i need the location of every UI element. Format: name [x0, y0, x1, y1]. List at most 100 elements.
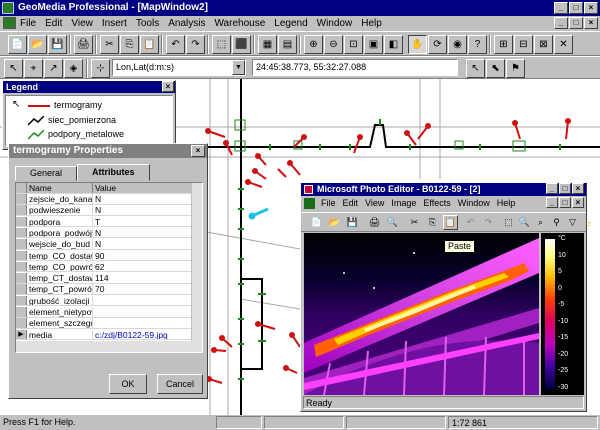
mdi-minimize-button[interactable]: _	[554, 17, 568, 29]
pe-doc-close-button[interactable]: ×	[572, 197, 584, 208]
menu-window[interactable]: Window	[317, 18, 353, 29]
attributes-grid[interactable]: Name Value zejscie_do_kanału Npodwieszeni…	[15, 182, 203, 353]
attribute-row[interactable]: ▶ media c:/zdj/B0122-59.jpg	[16, 329, 192, 341]
snap-icon[interactable]: ↖	[4, 59, 23, 78]
menu-insert[interactable]: Insert	[102, 18, 127, 29]
cursor-icon[interactable]: ↖	[466, 59, 485, 78]
place-point-icon[interactable]: ◈	[64, 59, 83, 78]
pe-cut-icon[interactable]: ✂	[407, 215, 422, 230]
fit-all-icon[interactable]: ⊡	[344, 35, 363, 54]
zoom-out-icon[interactable]: ⊖	[324, 35, 343, 54]
chevron-down-icon[interactable]: ▼	[232, 60, 245, 75]
attribute-row[interactable]: temp_CO_powrót 62	[16, 261, 192, 273]
attribute-row[interactable]: temp_CT_powrót 70	[16, 284, 192, 295]
menu-view[interactable]: View	[71, 18, 93, 29]
attribute-row[interactable]: grubość_izolacji	[16, 295, 192, 307]
paste-icon[interactable]: 📋	[140, 35, 159, 54]
insert-feature-icon[interactable]: ⊞	[494, 35, 513, 54]
pe-menu-effects[interactable]: Effects	[423, 197, 450, 210]
pe-menu-window[interactable]: Window	[458, 197, 490, 210]
attribute-row[interactable]: temp_CT_dostawa114	[16, 273, 192, 284]
context-help-icon[interactable]: ?	[468, 35, 487, 54]
pe-zoom-icon[interactable]: 🔍	[517, 215, 532, 230]
save-geoworkspace-icon[interactable]: 💾	[48, 35, 67, 54]
attribute-value[interactable]	[93, 318, 192, 328]
grid-vertical-scrollbar[interactable]	[191, 183, 202, 352]
attribute-value[interactable]: 70	[93, 284, 192, 294]
pe-eyedropper-icon[interactable]: ⌕	[533, 215, 548, 230]
row-selector[interactable]	[16, 205, 27, 215]
attribute-value[interactable]	[93, 307, 192, 317]
attribute-row[interactable]: podwieszenie N	[16, 205, 192, 216]
pe-menu-edit[interactable]: Edit	[343, 197, 359, 210]
coord-system-select[interactable]: Lon,Lat(d:m:s) ▼	[112, 59, 246, 76]
pe-copy-icon[interactable]: ⎘	[425, 215, 440, 230]
pe-maximize-button[interactable]: □	[559, 183, 571, 194]
delete-geometry-icon[interactable]: ✕	[554, 35, 573, 54]
pe-triangle-icon[interactable]: ▽	[565, 215, 580, 230]
map-window-icon[interactable]	[3, 17, 16, 29]
pan-icon[interactable]: ✋	[408, 35, 427, 54]
row-selector[interactable]	[16, 318, 27, 328]
pe-sun-icon[interactable]: ☼	[581, 215, 596, 230]
pe-menu-file[interactable]: File	[321, 197, 336, 210]
menu-analysis[interactable]: Analysis	[168, 18, 205, 29]
menu-warehouse[interactable]: Warehouse	[214, 18, 265, 29]
close-button[interactable]: ×	[584, 2, 598, 14]
legend-item-termogramy[interactable]: termogramy	[28, 100, 102, 111]
pe-minimize-button[interactable]: _	[546, 183, 558, 194]
legend-item-podpory[interactable]: podpory_metalowe	[28, 129, 124, 140]
pe-redo-icon[interactable]: ↷	[481, 215, 496, 230]
maximize-button[interactable]: □	[569, 2, 583, 14]
attribute-row[interactable]: element_szczególny	[16, 318, 192, 329]
attribute-value[interactable]: N	[93, 239, 192, 248]
attribute-row[interactable]: zejscie_do_kanału N	[16, 194, 192, 205]
column-name-header[interactable]: Name	[27, 183, 93, 193]
select-filter-icon[interactable]: ▤	[278, 35, 297, 54]
redo-icon[interactable]: ↷	[186, 35, 205, 54]
pe-menu-view[interactable]: View	[365, 197, 384, 210]
zoom-previous-icon[interactable]: ◧	[384, 35, 403, 54]
attribute-value[interactable]: T	[93, 217, 192, 226]
row-selector[interactable]	[16, 307, 27, 317]
mdi-close-button[interactable]: ×	[584, 17, 598, 29]
pe-preview-icon[interactable]: 🔍	[385, 215, 400, 230]
row-selector[interactable]	[16, 261, 27, 272]
continue-geometry-icon[interactable]: ⊠	[534, 35, 553, 54]
cancel-button[interactable]: Cancel	[157, 374, 203, 394]
ok-button[interactable]: OK	[109, 374, 147, 394]
precision-coordinates-icon[interactable]: ⌖	[24, 59, 43, 78]
pe-menu-image[interactable]: Image	[391, 197, 416, 210]
coordinate-mode-icon[interactable]: ⊹	[91, 59, 110, 78]
measure-distance-icon[interactable]: ↗	[44, 59, 63, 78]
attribute-row[interactable]: wejscie_do_bud N	[16, 239, 192, 250]
attribute-value[interactable]: N	[93, 205, 192, 215]
attribute-value[interactable]: 90	[93, 251, 192, 260]
edit-cursor-icon[interactable]: ⬉	[486, 59, 505, 78]
row-selector[interactable]	[16, 239, 27, 249]
row-selector[interactable]	[16, 250, 27, 260]
tab-general[interactable]: General	[15, 166, 78, 181]
select-set-icon[interactable]: ▦	[258, 35, 277, 54]
geomedia-app-icon[interactable]	[2, 2, 14, 14]
attribute-value[interactable]: 62	[93, 262, 192, 271]
pe-save-icon[interactable]: 💾	[345, 215, 360, 230]
legend-close-button[interactable]: ×	[162, 81, 174, 92]
attribute-value[interactable]: N	[93, 228, 192, 237]
row-selector[interactable]	[16, 273, 27, 283]
open-geoworkspace-icon[interactable]: 📂	[28, 35, 47, 54]
attribute-row[interactable]: temp_CO_dostawa90	[16, 250, 192, 261]
edit-geometry-icon[interactable]: ⊟	[514, 35, 533, 54]
minimize-button[interactable]: _	[554, 2, 568, 14]
row-selector[interactable]	[16, 227, 27, 238]
thermal-image[interactable]	[304, 233, 539, 395]
attribute-value[interactable]: 114	[93, 273, 192, 282]
menu-file[interactable]: File	[20, 18, 36, 29]
pe-new-icon[interactable]: 📄	[309, 215, 324, 230]
pe-close-button[interactable]: ×	[572, 183, 584, 194]
zoom-in-icon[interactable]: ⊕	[304, 35, 323, 54]
coordinate-readout[interactable]: 24:45:38.773, 55:32:27.088	[252, 59, 458, 76]
attribute-value[interactable]: N	[93, 194, 192, 203]
pe-transparency-icon[interactable]: ⚲	[549, 215, 564, 230]
pe-undo-icon[interactable]: ↶	[463, 215, 478, 230]
